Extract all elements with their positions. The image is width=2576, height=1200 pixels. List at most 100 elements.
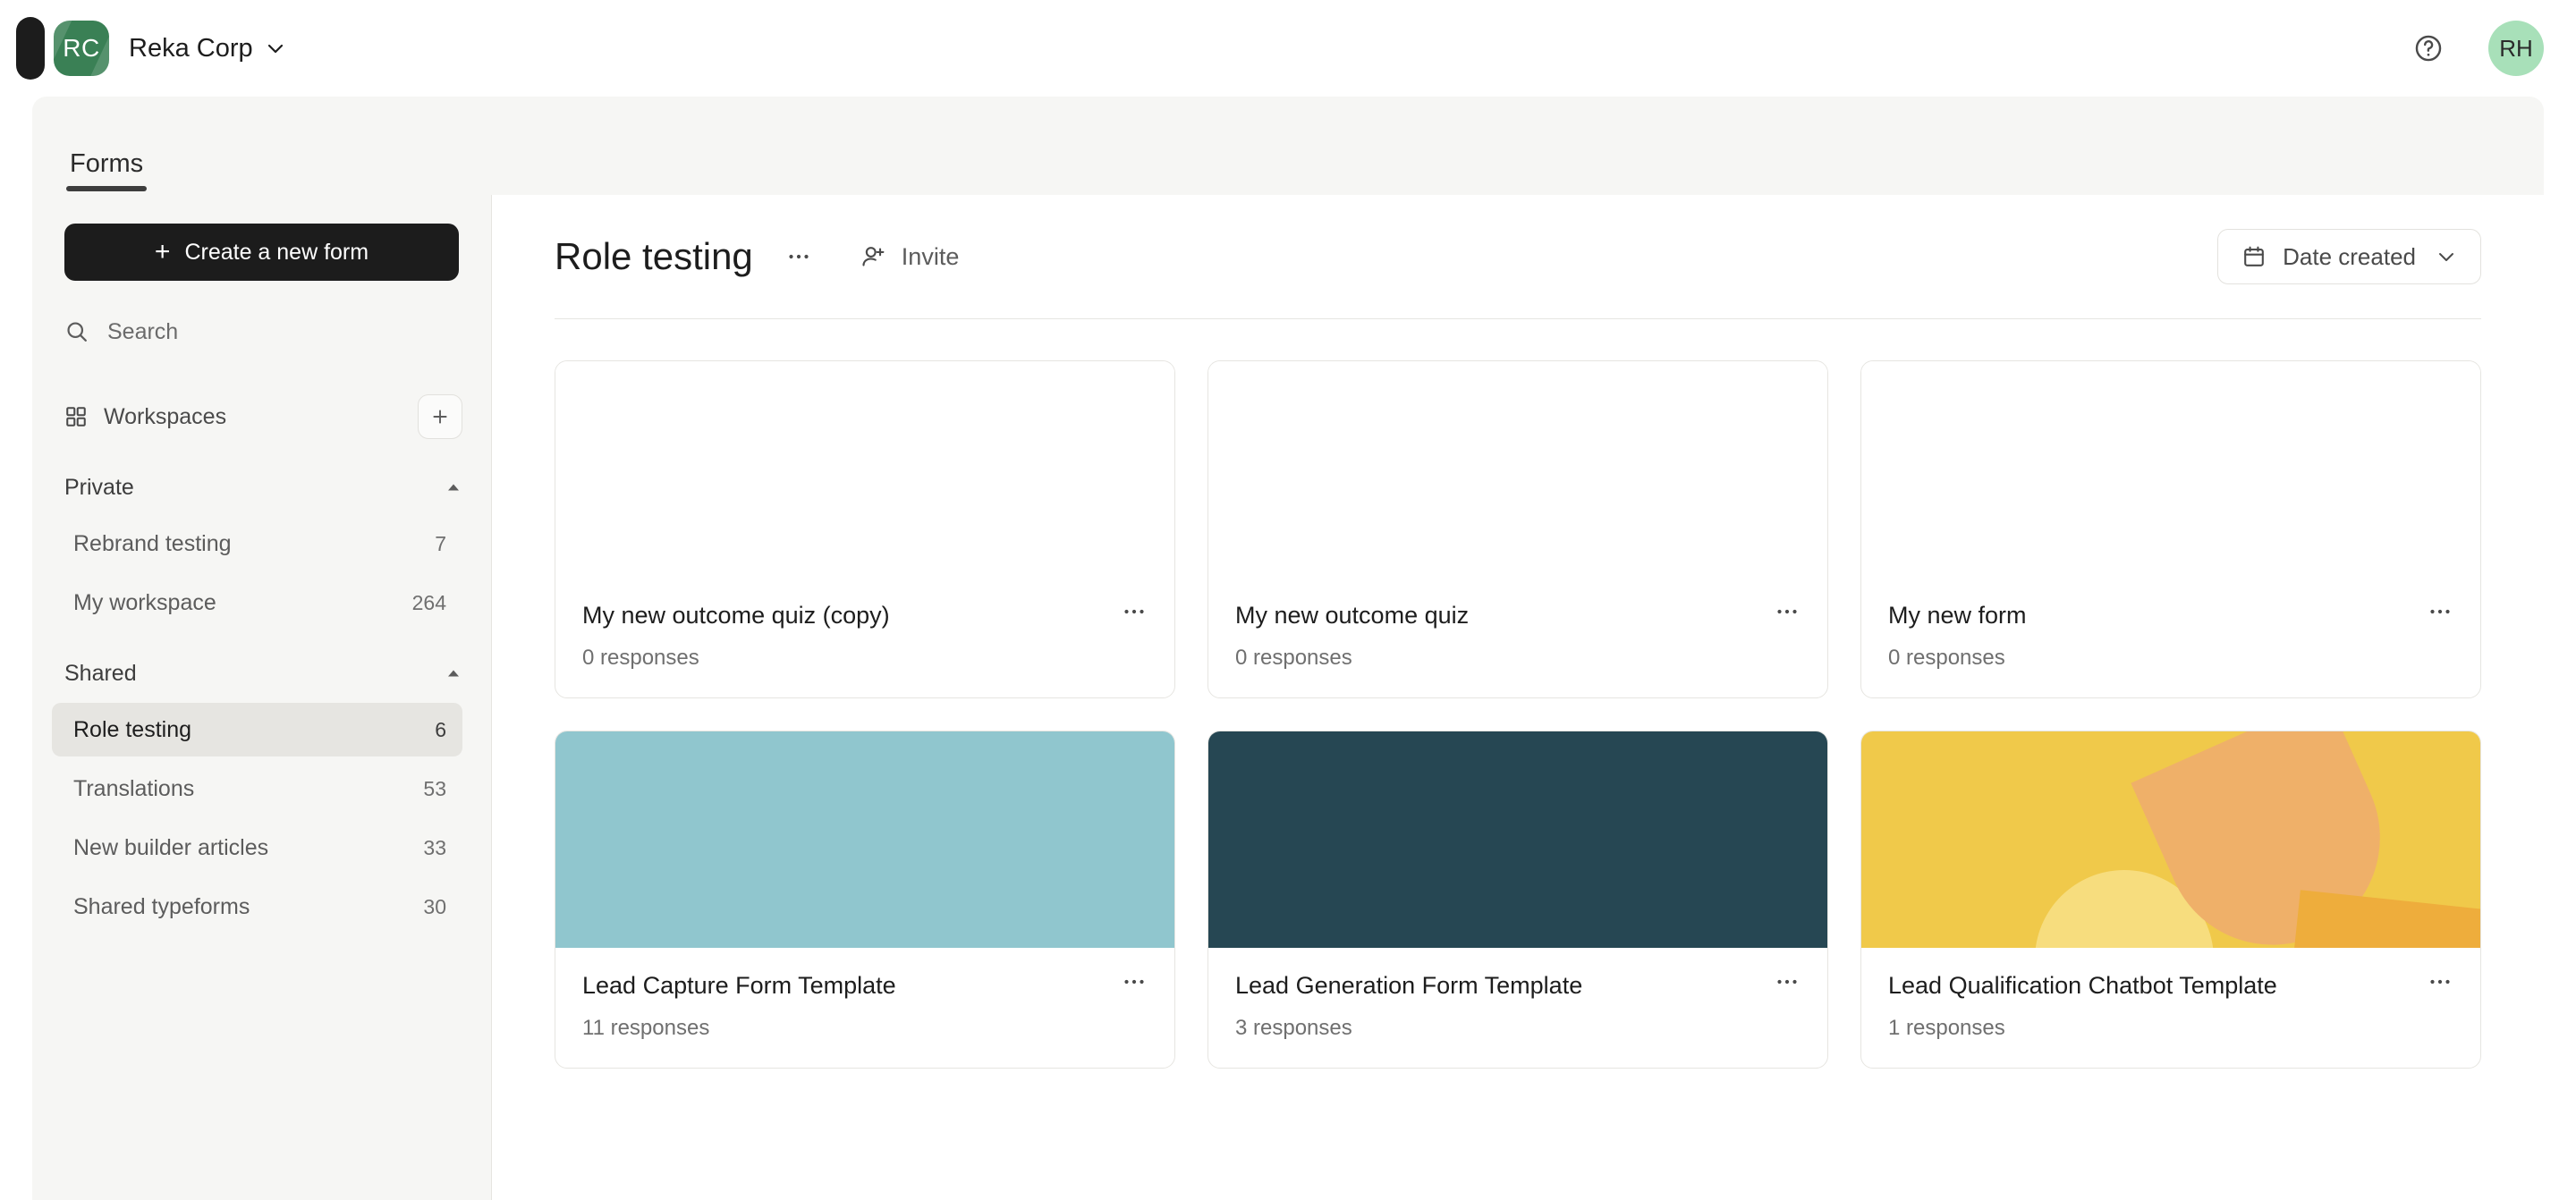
workspace-name: Shared typeforms xyxy=(73,894,250,920)
form-thumbnail xyxy=(1861,731,2480,948)
group-private-label: Private xyxy=(64,475,134,501)
top-bar-right: RH xyxy=(2408,21,2544,76)
workspace-count: 30 xyxy=(423,895,446,919)
org-avatar-initials: RC xyxy=(63,34,99,63)
workspace-count: 7 xyxy=(435,532,446,556)
form-card[interactable]: My new outcome quiz (copy) 0 responses xyxy=(555,360,1175,698)
app-logo-icon xyxy=(16,17,45,80)
form-responses-count: 0 responses xyxy=(582,646,1148,671)
form-options-ellipsis-icon[interactable] xyxy=(2411,971,2453,993)
form-card[interactable]: Lead Qualification Chatbot Template 1 re… xyxy=(1860,731,2481,1069)
group-shared-label: Shared xyxy=(64,661,137,687)
help-circle-icon[interactable] xyxy=(2408,28,2449,69)
page-title: Role testing xyxy=(555,235,753,278)
form-card[interactable]: Lead Capture Form Template 11 responses xyxy=(555,731,1175,1069)
workspace-count: 6 xyxy=(435,718,446,742)
form-card-title-row: Lead Generation Form Template xyxy=(1235,971,1801,1001)
org-name: Reka Corp xyxy=(129,34,253,63)
workspace-name: Role testing xyxy=(73,717,191,743)
workspace-count: 33 xyxy=(423,836,446,860)
tab-forms-label: Forms xyxy=(70,149,143,178)
create-a-new-form-button[interactable]: + Create a new form xyxy=(64,224,459,281)
brand-cluster[interactable]: RC Reka Corp xyxy=(30,17,286,80)
plus-icon: + xyxy=(155,239,171,266)
form-responses-count: 1 responses xyxy=(1888,1016,2453,1041)
form-card-title-row: My new form xyxy=(1888,601,2453,631)
form-thumbnail xyxy=(555,731,1174,948)
form-options-ellipsis-icon[interactable] xyxy=(1105,601,1148,622)
add-workspace-button[interactable] xyxy=(418,394,462,439)
form-thumbnail xyxy=(1208,731,1827,948)
workspace-name: Translations xyxy=(73,776,194,802)
form-card-body: My new form 0 responses xyxy=(1861,578,2480,697)
create-button-label: Create a new form xyxy=(184,240,369,266)
caret-up-icon[interactable] xyxy=(445,478,462,496)
form-card-body: My new outcome quiz (copy) 0 responses xyxy=(555,578,1174,697)
form-card-body: My new outcome quiz 0 responses xyxy=(1208,578,1827,697)
form-card-title-row: Lead Qualification Chatbot Template xyxy=(1888,971,2453,1001)
tab-strip: Forms xyxy=(32,97,2544,195)
group-header-shared[interactable]: Shared xyxy=(64,649,462,697)
form-title: My new outcome quiz (copy) xyxy=(582,601,890,631)
form-thumbnail xyxy=(555,361,1174,578)
search-placeholder: Search xyxy=(107,319,178,345)
sort-dropdown[interactable]: Date created xyxy=(2217,229,2481,284)
decorative-quad-shape xyxy=(2290,890,2480,948)
form-card-title-row: My new outcome quiz (copy) xyxy=(582,601,1148,631)
form-options-ellipsis-icon[interactable] xyxy=(2411,601,2453,622)
form-options-ellipsis-icon[interactable] xyxy=(1758,601,1801,622)
workspace-name: New builder articles xyxy=(73,835,268,861)
sidebar-item-new-builder-articles[interactable]: New builder articles 33 xyxy=(52,821,462,875)
tab-forms[interactable]: Forms xyxy=(66,149,147,195)
form-card[interactable]: My new form 0 responses xyxy=(1860,360,2481,698)
avatar[interactable]: RH xyxy=(2488,21,2544,76)
form-responses-count: 0 responses xyxy=(1888,646,2453,671)
workspace-options-ellipsis-icon[interactable] xyxy=(778,236,819,277)
workspace-name: My workspace xyxy=(73,590,216,616)
content-header: Role testing Invite xyxy=(555,195,2481,299)
form-card[interactable]: My new outcome quiz 0 responses xyxy=(1208,360,1828,698)
form-card-title-row: Lead Capture Form Template xyxy=(582,971,1148,1001)
header-divider xyxy=(555,318,2481,319)
form-thumbnail xyxy=(1861,361,2480,578)
form-card-body: Lead Capture Form Template 11 responses xyxy=(555,948,1174,1068)
form-thumbnail xyxy=(1208,361,1827,578)
tab-active-indicator xyxy=(66,186,147,191)
sidebar: + Create a new form Search Workspaces xyxy=(32,195,492,1200)
sidebar-item-translations[interactable]: Translations 53 xyxy=(52,762,462,815)
workspace-name: Rebrand testing xyxy=(73,531,232,557)
form-title: Lead Capture Form Template xyxy=(582,971,896,1001)
form-title: My new form xyxy=(1888,601,2027,631)
main-content: Role testing Invite xyxy=(492,195,2544,1200)
sort-label: Date created xyxy=(2283,243,2416,271)
form-responses-count: 0 responses xyxy=(1235,646,1801,671)
form-card-title-row: My new outcome quiz xyxy=(1235,601,1801,631)
form-title: Lead Qualification Chatbot Template xyxy=(1888,971,2277,1001)
calendar-icon xyxy=(2241,244,2267,269)
form-card[interactable]: Lead Generation Form Template 3 response… xyxy=(1208,731,1828,1069)
workspaces-section-header: Workspaces xyxy=(64,390,462,444)
search-input[interactable]: Search xyxy=(64,308,459,356)
group-header-private[interactable]: Private xyxy=(64,463,462,511)
workspaces-label: Workspaces xyxy=(104,404,226,430)
caret-up-icon[interactable] xyxy=(445,664,462,682)
sidebar-item-rebrand-testing[interactable]: Rebrand testing 7 xyxy=(52,517,462,570)
invite-button[interactable]: Invite xyxy=(853,233,967,280)
form-responses-count: 3 responses xyxy=(1235,1016,1801,1041)
avatar-initials: RH xyxy=(2499,35,2533,63)
form-card-body: Lead Qualification Chatbot Template 1 re… xyxy=(1861,948,2480,1068)
form-title: My new outcome quiz xyxy=(1235,601,1469,631)
form-options-ellipsis-icon[interactable] xyxy=(1758,971,1801,993)
chevron-down-icon xyxy=(2436,246,2457,267)
sidebar-item-role-testing[interactable]: Role testing 6 xyxy=(52,703,462,756)
grid-icon xyxy=(64,405,88,428)
form-card-body: Lead Generation Form Template 3 response… xyxy=(1208,948,1827,1068)
form-options-ellipsis-icon[interactable] xyxy=(1105,971,1148,993)
org-avatar: RC xyxy=(54,21,109,76)
chevron-down-icon[interactable] xyxy=(265,38,286,59)
form-title: Lead Generation Form Template xyxy=(1235,971,1582,1001)
sidebar-item-shared-typeforms[interactable]: Shared typeforms 30 xyxy=(52,880,462,934)
sidebar-item-my-workspace[interactable]: My workspace 264 xyxy=(52,576,462,630)
workspace-count: 264 xyxy=(412,591,446,615)
form-responses-count: 11 responses xyxy=(582,1016,1148,1041)
